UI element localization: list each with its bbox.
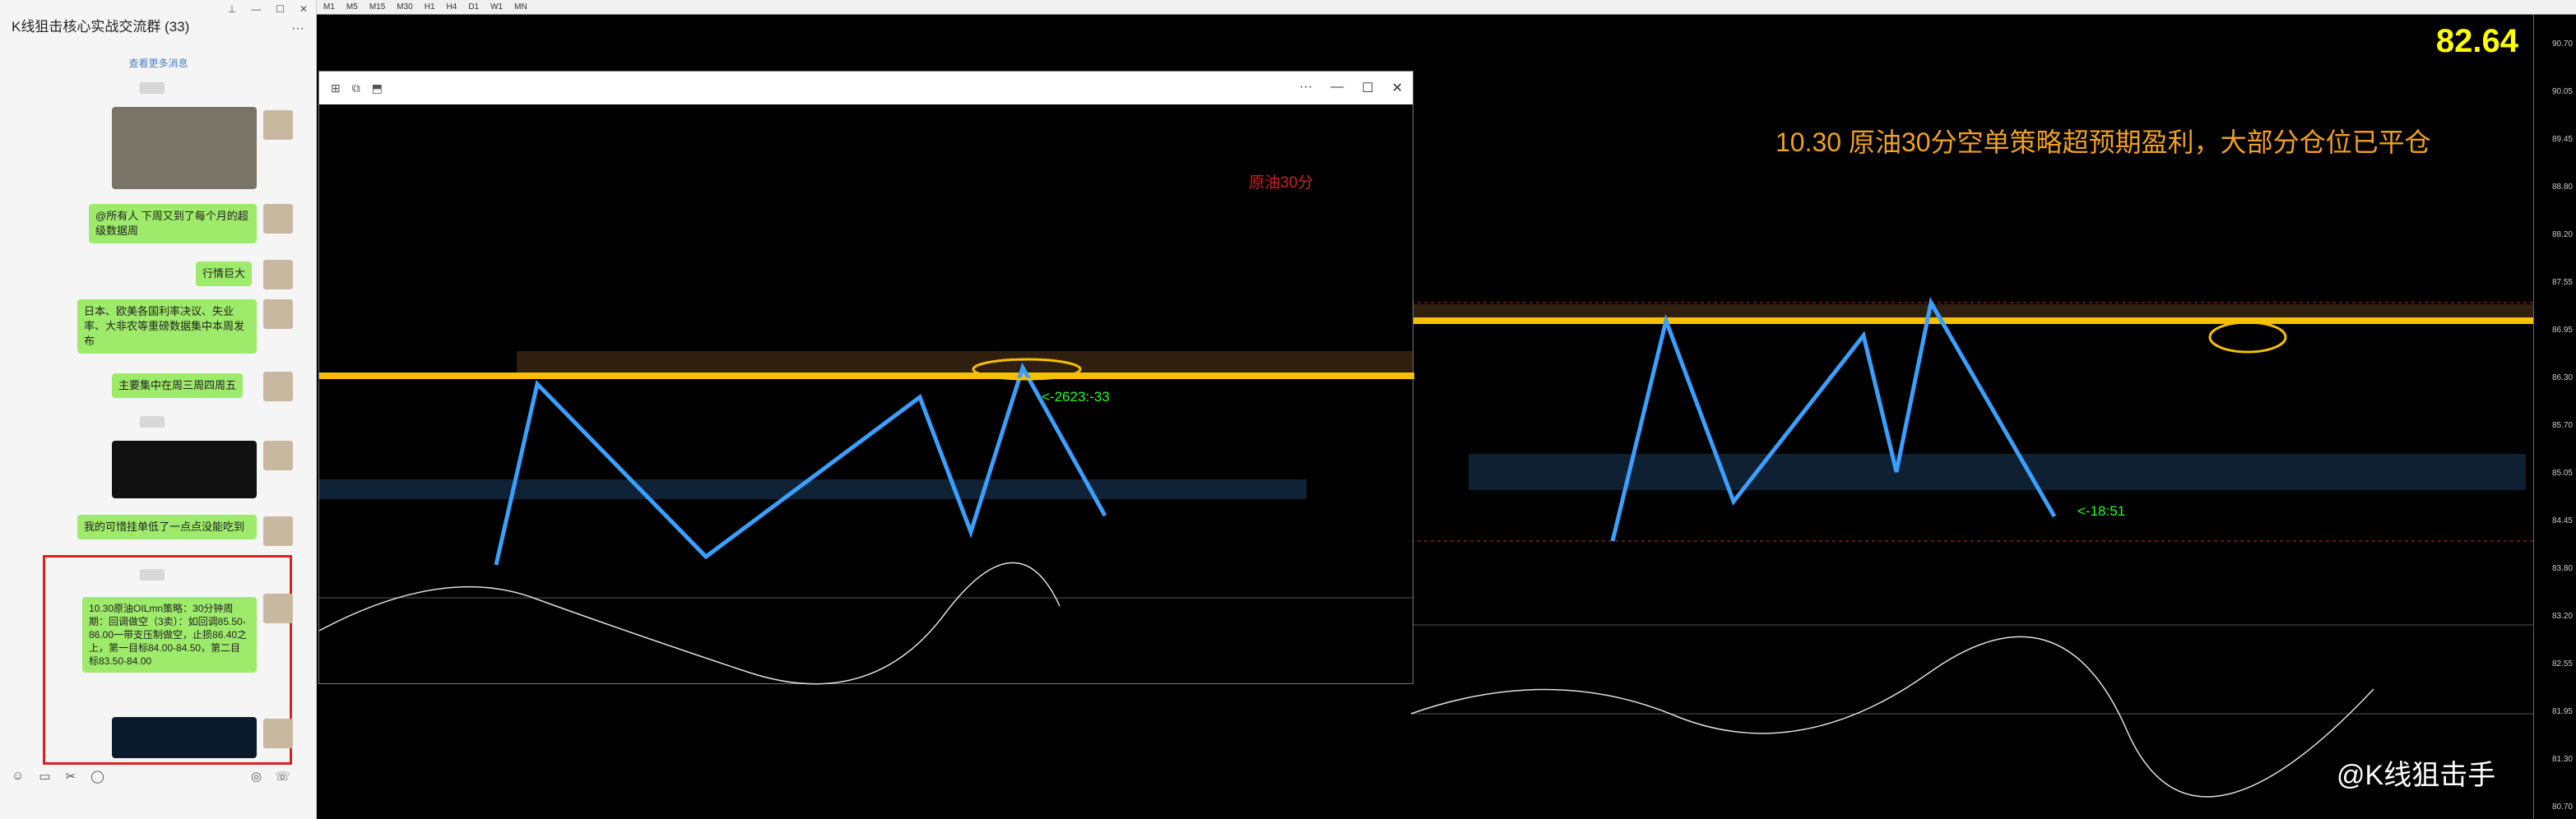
phone-icon[interactable]: ☏ bbox=[275, 769, 290, 784]
axis-label: 84.45 bbox=[2551, 516, 2573, 525]
axis-label: 90.70 bbox=[2551, 39, 2573, 49]
avatar[interactable] bbox=[263, 299, 293, 329]
toolbar-h4[interactable]: H4 bbox=[447, 2, 457, 12]
avatar[interactable] bbox=[263, 719, 293, 748]
chat-message: 行情巨大 bbox=[196, 261, 253, 286]
axis-label: 89.45 bbox=[2551, 135, 2573, 144]
save-icon[interactable]: ⬒ bbox=[372, 81, 383, 95]
toolbar-h1[interactable]: H1 bbox=[425, 2, 435, 12]
price-axis: 90.70 90.05 89.45 88.80 88.20 87.55 86.9… bbox=[2533, 15, 2576, 819]
avatar[interactable] bbox=[263, 204, 293, 234]
image-message[interactable] bbox=[112, 717, 257, 758]
view-more-link[interactable]: 查看更多消息 bbox=[0, 56, 317, 70]
image-message[interactable] bbox=[112, 107, 257, 189]
axis-label: 86.95 bbox=[2551, 326, 2573, 335]
axis-label: 88.20 bbox=[2551, 230, 2573, 239]
link-icon[interactable]: ⊞ bbox=[331, 81, 341, 95]
toolbar-m1[interactable]: M1 bbox=[323, 2, 335, 12]
toolbar-m30[interactable]: M30 bbox=[397, 2, 412, 12]
chat-message: 主要集中在周三周四周五 bbox=[112, 373, 244, 398]
subchart-title: 原油30分 bbox=[1249, 174, 1314, 192]
mt4-toolbar: M1 M5 M15 M30 H1 H4 D1 W1 MN bbox=[317, 0, 2576, 15]
crop-icon[interactable]: ⧉ bbox=[352, 81, 360, 95]
axis-label: 80.70 bbox=[2551, 803, 2573, 812]
current-price: 82.64 bbox=[2435, 23, 2518, 59]
chat-title: K线狙击核心实战交流群 (33) bbox=[12, 19, 190, 35]
avatar[interactable] bbox=[263, 441, 293, 470]
axis-label: 87.55 bbox=[2551, 278, 2573, 287]
axis-label: 88.80 bbox=[2551, 183, 2573, 192]
toolbar-m15[interactable]: M15 bbox=[369, 2, 385, 12]
close-icon[interactable]: ✕ bbox=[1392, 80, 1403, 96]
strategy-message: 10.30原油OILmn策略：30分钟周期：回调做空（3卖）：如回调85.50-… bbox=[82, 597, 257, 673]
axis-label: 81.95 bbox=[2551, 707, 2573, 716]
chat-message: @所有人 下周又到了每个月的超级数据周 bbox=[89, 204, 257, 243]
avatar[interactable] bbox=[263, 516, 293, 546]
emoji-icon[interactable]: ☺ bbox=[12, 769, 24, 784]
chat-toolbar: ☺ ▭ ✂ ◯ bbox=[12, 769, 104, 784]
pin-icon[interactable]: ⊥ bbox=[228, 3, 236, 15]
axis-label: 90.05 bbox=[2551, 87, 2573, 96]
axis-label: 85.70 bbox=[2551, 421, 2573, 430]
subchart-window[interactable]: ⊞ ⧉ ⬒ ··· — ☐ ✕ 原油30分 <-2623:-33 bbox=[318, 71, 1414, 685]
timestamp bbox=[140, 569, 165, 581]
chat-panel: K线狙击核心实战交流群 (33) ⊥ — ☐ ✕ ··· 查看更多消息 @所有人… bbox=[0, 0, 317, 819]
image-message[interactable] bbox=[112, 441, 257, 498]
subchart-controls: ··· — ☐ ✕ bbox=[1299, 80, 1403, 96]
toolbar-d1[interactable]: D1 bbox=[468, 2, 479, 12]
chat-toolbar-right: ◎ ☏ bbox=[251, 769, 290, 784]
axis-label: 81.30 bbox=[2551, 755, 2573, 764]
more-icon[interactable]: ··· bbox=[1299, 80, 1312, 96]
maximize-icon[interactable]: ☐ bbox=[1362, 80, 1373, 96]
axis-label: 85.05 bbox=[2551, 469, 2573, 478]
axis-label: 86.30 bbox=[2551, 373, 2573, 382]
chat-message: 日本、欧美各国利率决议、失业率、大非农等重磅数据集中本周发布 bbox=[77, 299, 257, 354]
avatar[interactable] bbox=[263, 372, 293, 401]
headline: 10.30 原油30分空单策略超预期盈利，大部分仓位已平仓 bbox=[1775, 127, 2431, 157]
scissors-icon[interactable]: ✂ bbox=[66, 769, 77, 784]
avatar[interactable] bbox=[263, 110, 293, 140]
minimize-icon[interactable]: — bbox=[251, 3, 261, 15]
chat-message: 我的可惜挂单低了一点点没能吃到 bbox=[77, 515, 257, 539]
timestamp bbox=[140, 82, 165, 94]
axis-label: 83.80 bbox=[2551, 564, 2573, 573]
folder-icon[interactable]: ▭ bbox=[39, 769, 50, 784]
timestamp bbox=[140, 416, 165, 428]
chat-bubble-icon[interactable]: ◯ bbox=[91, 769, 104, 784]
toolbar-w1[interactable]: W1 bbox=[490, 2, 503, 12]
price-tag-right: <-18:51 bbox=[2077, 503, 2126, 519]
maximize-icon[interactable]: ☐ bbox=[276, 3, 285, 15]
mt4-terminal: M1 M5 M15 M30 H1 H4 D1 W1 MN 82.64 10.30… bbox=[317, 0, 2576, 819]
price-tag-left: <-2623:-33 bbox=[1042, 389, 1110, 405]
toolbar-mn[interactable]: MN bbox=[514, 2, 527, 12]
subchart-titlebar: ⊞ ⧉ ⬒ ··· — ☐ ✕ bbox=[319, 72, 1413, 104]
toolbar-m5[interactable]: M5 bbox=[346, 2, 358, 12]
watermark: @K线狙击手 bbox=[2337, 760, 2496, 791]
minimize-icon[interactable]: — bbox=[1330, 80, 1344, 96]
axis-label: 83.20 bbox=[2551, 612, 2573, 621]
axis-label: 82.55 bbox=[2551, 659, 2573, 669]
avatar[interactable] bbox=[263, 594, 293, 623]
window-controls: ⊥ — ☐ ✕ bbox=[228, 3, 308, 15]
history-icon[interactable]: ◎ bbox=[251, 769, 262, 784]
avatar[interactable] bbox=[263, 260, 293, 289]
more-icon[interactable]: ··· bbox=[291, 21, 304, 36]
close-icon[interactable]: ✕ bbox=[299, 3, 308, 15]
